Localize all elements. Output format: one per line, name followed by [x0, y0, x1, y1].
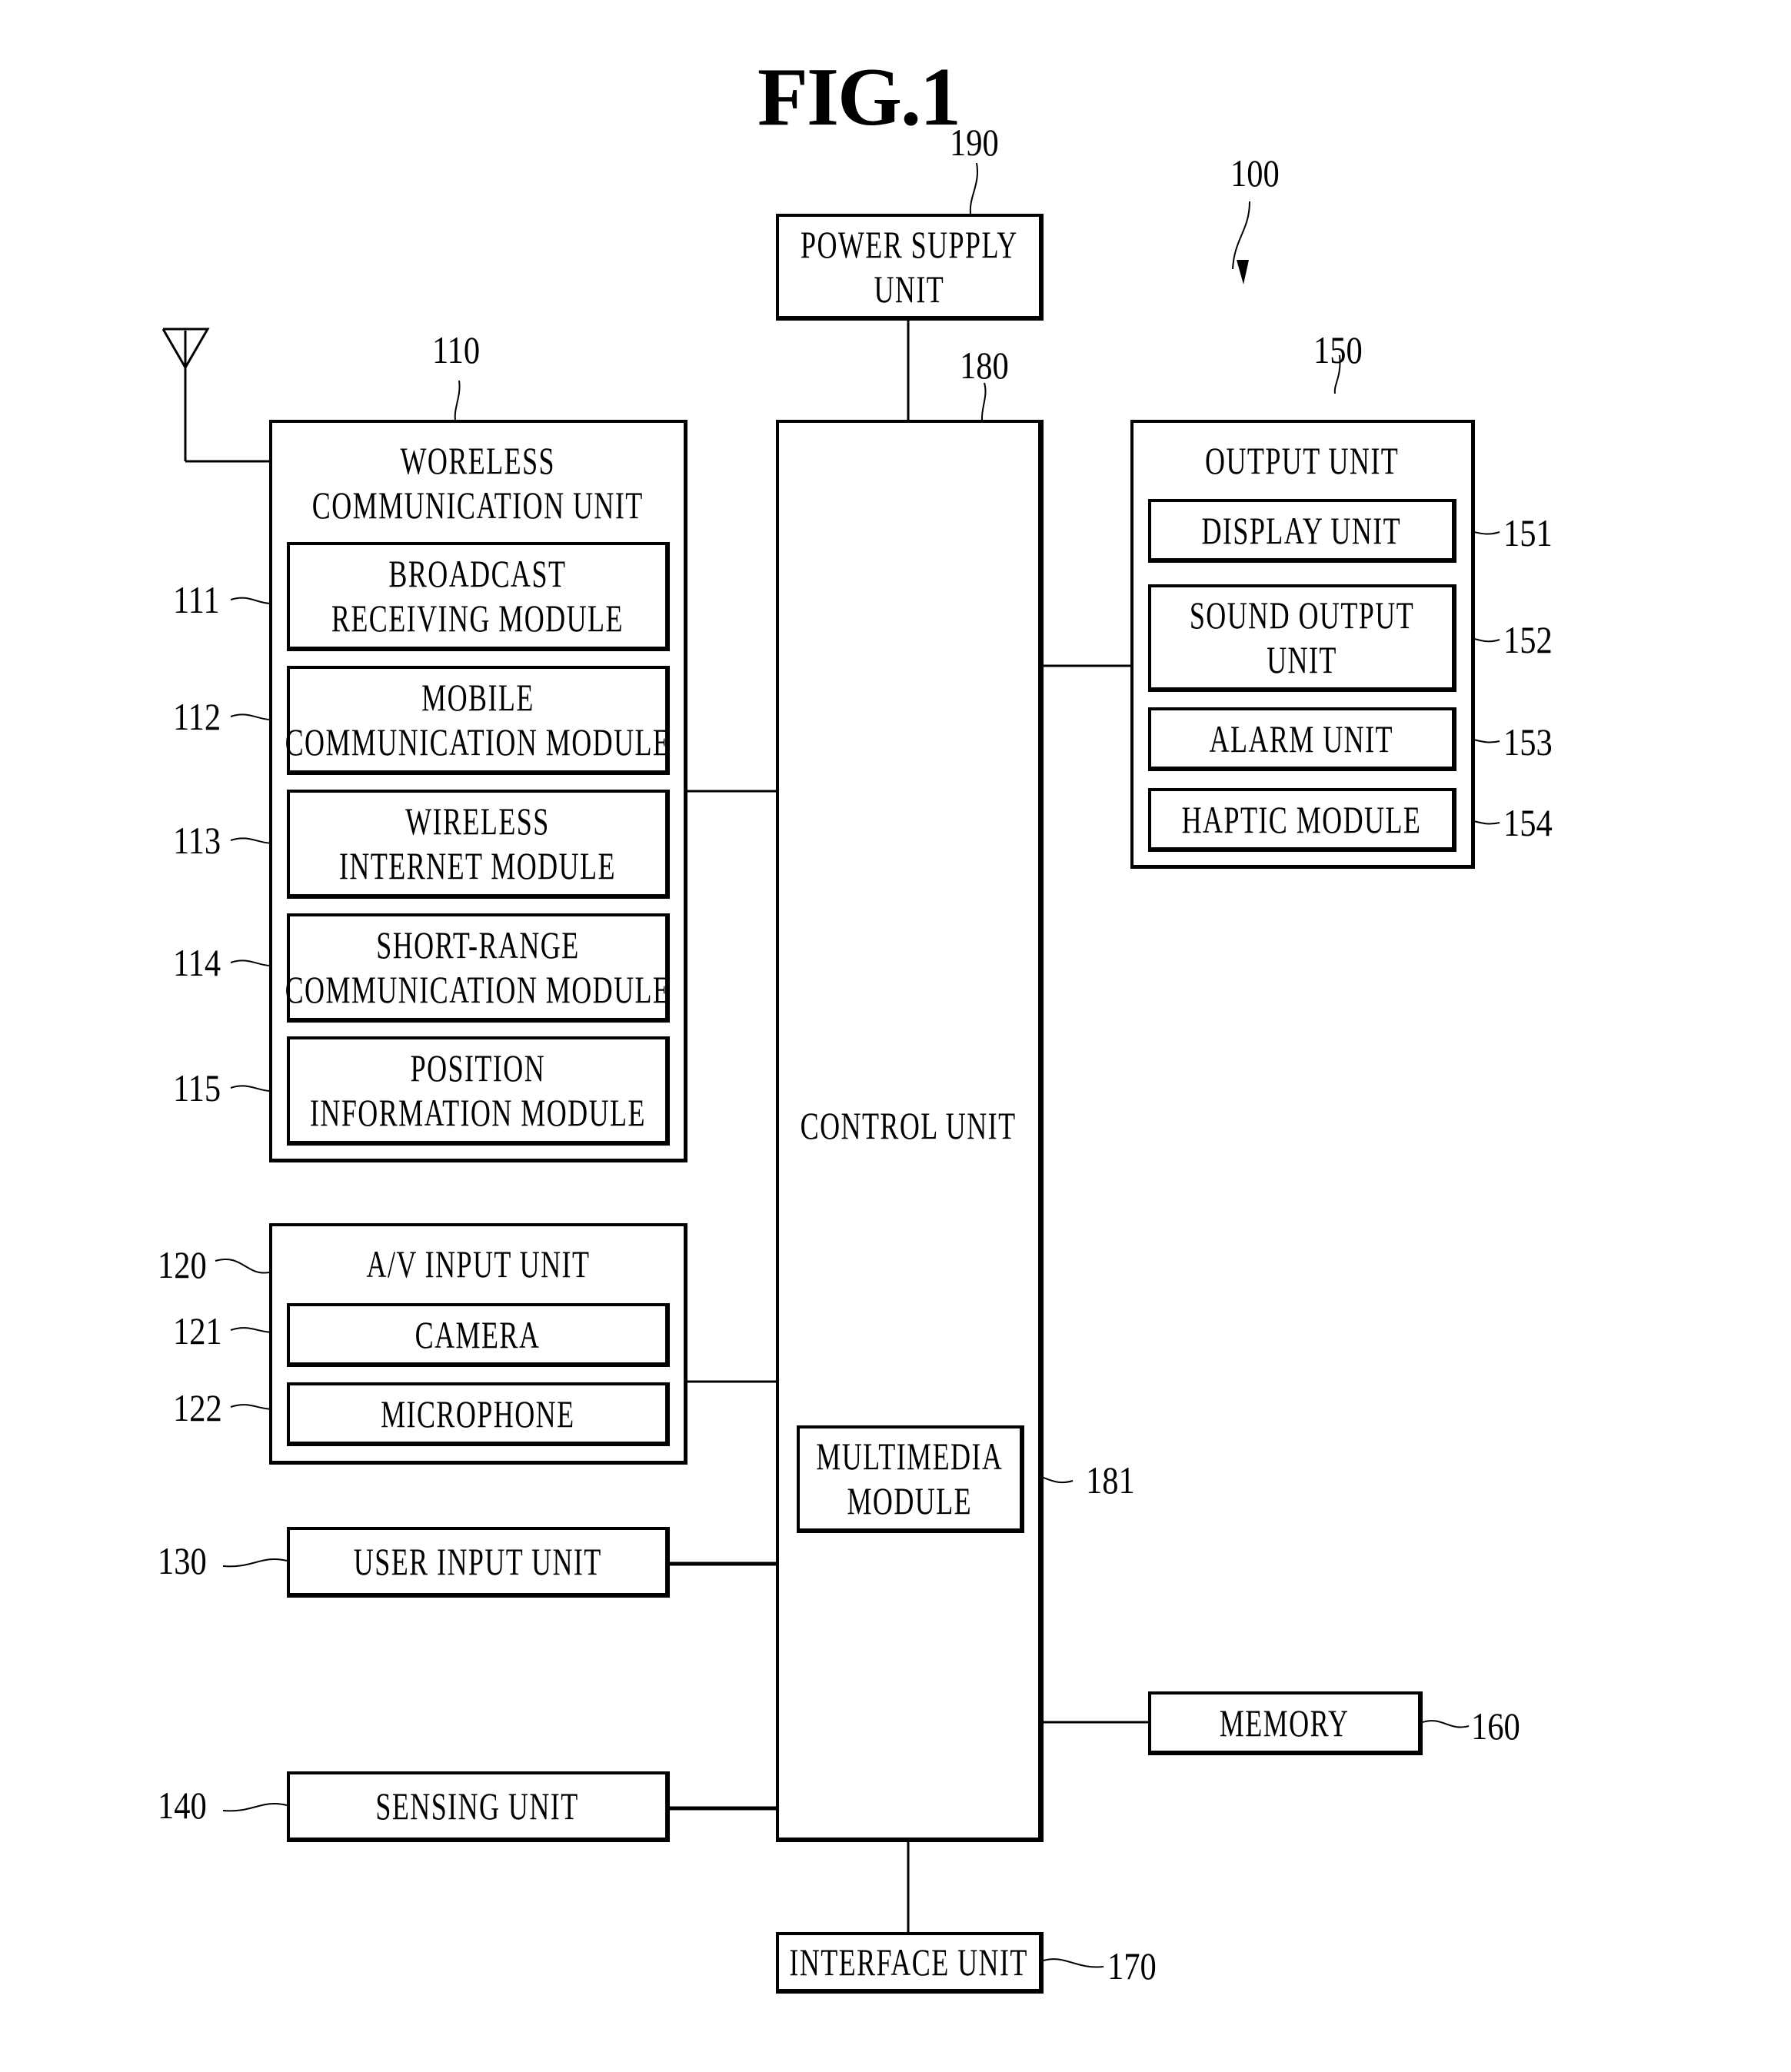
user-input-label: USER INPUT UNIT	[353, 1540, 602, 1583]
module-label: POSITION INFORMATION MODULE	[309, 1046, 646, 1134]
power-supply-label: POWER SUPPLY UNIT	[800, 222, 1018, 311]
leader-180	[980, 382, 987, 421]
ref-111: 111	[173, 578, 220, 621]
module-label: BROADCAST RECEIVING MODULE	[331, 552, 624, 640]
module-label: SOUND OUTPUT UNIT	[1189, 594, 1414, 681]
leader-120	[215, 1259, 270, 1274]
control-unit[interactable]: CONTROL UNIT MULTIMEDIA MODULE	[776, 420, 1044, 1842]
ref-160: 160	[1471, 1704, 1520, 1748]
module-label: CAMERA	[414, 1312, 541, 1356]
leader-100	[1232, 201, 1250, 270]
leader-190	[969, 162, 978, 215]
mobile-communication-module[interactable]: MOBILE COMMUNICATION MODULE	[285, 666, 671, 775]
position-information-module[interactable]: POSITION INFORMATION MODULE	[287, 1036, 670, 1146]
leader-160	[1422, 1720, 1470, 1728]
wireless-internet-module[interactable]: WIRELESS INTERNET MODULE	[287, 790, 670, 899]
ref-180: 180	[960, 344, 1009, 387]
interface-unit[interactable]: INTERFACE UNIT	[776, 1932, 1044, 1994]
ref-154: 154	[1503, 801, 1553, 844]
ref-110: 110	[432, 328, 481, 371]
ref-130: 130	[158, 1539, 207, 1582]
module-label: WIRELESS INTERNET MODULE	[339, 800, 616, 887]
control-unit-label: CONTROL UNIT	[801, 1104, 1017, 1147]
leader-140	[222, 1802, 288, 1812]
broadcast-receiving-module[interactable]: BROADCAST RECEIVING MODULE	[287, 542, 670, 651]
sound-output-unit[interactable]: SOUND OUTPUT UNIT	[1148, 584, 1456, 692]
alarm-unit[interactable]: ALARM UNIT	[1148, 707, 1456, 771]
ref-120: 120	[158, 1243, 207, 1286]
ref-153: 153	[1503, 720, 1553, 763]
arrow-head-icon	[1237, 260, 1249, 284]
leader-130	[222, 1558, 288, 1568]
module-label: DISPLAY UNIT	[1201, 508, 1402, 552]
sensing-unit[interactable]: SENSING UNIT	[287, 1771, 670, 1842]
ref-140: 140	[158, 1784, 207, 1827]
antenna-icon	[161, 328, 269, 463]
output-unit-label: OUTPUT UNIT	[1205, 439, 1400, 482]
ref-115: 115	[173, 1066, 221, 1109]
leader-170	[1043, 1958, 1104, 1968]
module-label: MOBILE COMMUNICATION MODULE	[285, 676, 671, 763]
ref-113: 113	[173, 819, 221, 862]
wireless-unit-label: WORELESS COMMUNICATION UNIT	[312, 439, 644, 527]
leader-110	[454, 380, 461, 421]
ref-112: 112	[173, 695, 221, 738]
ref-122: 122	[173, 1386, 222, 1429]
module-label: MICROPHONE	[380, 1392, 575, 1435]
ref-100: 100	[1230, 151, 1280, 195]
haptic-module[interactable]: HAPTIC MODULE	[1148, 788, 1456, 852]
ref-152: 152	[1503, 618, 1553, 661]
power-supply-unit[interactable]: POWER SUPPLY UNIT	[776, 214, 1044, 321]
av-input-label: A/V INPUT UNIT	[366, 1242, 590, 1285]
ref-151: 151	[1503, 511, 1553, 554]
figure-title: FIG.1	[757, 52, 961, 143]
sensing-label: SENSING UNIT	[375, 1784, 580, 1828]
user-input-unit[interactable]: USER INPUT UNIT	[287, 1527, 670, 1598]
multimedia-module-label: MULTIMEDIA MODULE	[816, 1435, 1004, 1522]
ref-181: 181	[1086, 1458, 1135, 1502]
interface-label: INTERFACE UNIT	[789, 1941, 1029, 1984]
module-label: ALARM UNIT	[1209, 717, 1394, 760]
multimedia-module[interactable]: MULTIMEDIA MODULE	[797, 1425, 1024, 1533]
memory-label: MEMORY	[1220, 1701, 1350, 1744]
module-label: HAPTIC MODULE	[1181, 797, 1422, 841]
ref-190: 190	[950, 121, 999, 164]
module-label: SHORT-RANGE COMMUNICATION MODULE	[285, 923, 671, 1011]
camera-module[interactable]: CAMERA	[287, 1303, 670, 1367]
ref-170: 170	[1107, 1944, 1157, 1987]
display-unit[interactable]: DISPLAY UNIT	[1148, 499, 1456, 563]
short-range-communication-module[interactable]: SHORT-RANGE COMMUNICATION MODULE	[285, 913, 671, 1023]
microphone-module[interactable]: MICROPHONE	[287, 1382, 670, 1446]
ref-121: 121	[173, 1309, 222, 1352]
memory-unit[interactable]: MEMORY	[1148, 1691, 1423, 1755]
ref-114: 114	[173, 941, 221, 984]
ref-150: 150	[1313, 328, 1363, 371]
